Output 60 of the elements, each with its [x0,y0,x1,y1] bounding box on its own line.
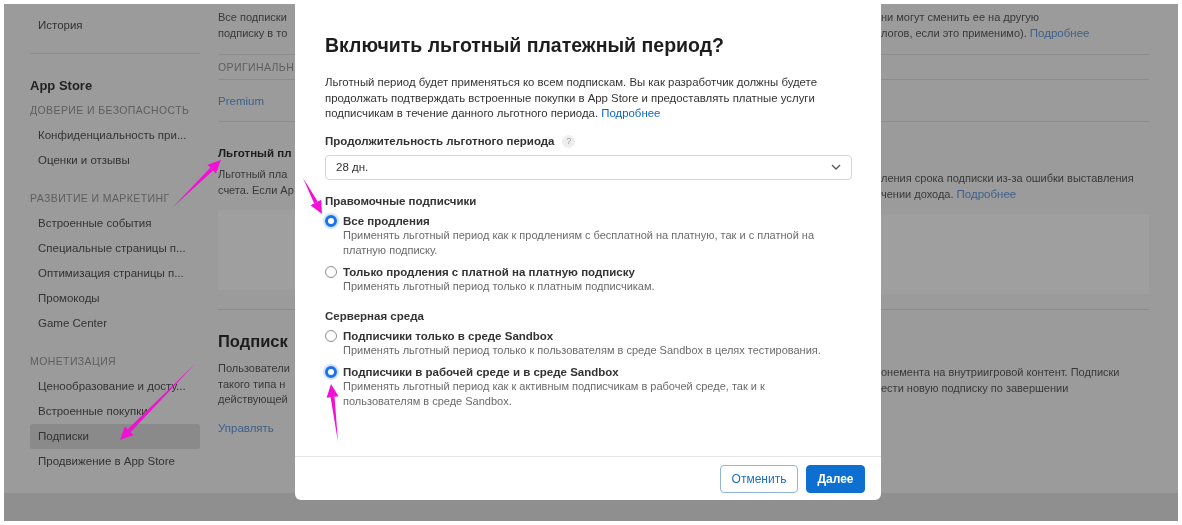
sidebar-item[interactable]: История [30,12,200,37]
group-label: Серверная среда [325,310,425,322]
section-title: Льготный пл [218,147,293,159]
sidebar-item[interactable]: Встроенные покупки [30,398,200,424]
cancel-button[interactable]: Отменить [720,464,798,493]
duration-select[interactable]: 28 дн. [325,154,852,180]
option-label: Подписчики в рабочей среде и в среде Sandbox [343,364,620,379]
sidebar-section-label: МОНЕТИЗАЦИЯ [30,355,118,367]
column-header: ОРИГИНАЛЬН [218,61,295,73]
radio-button[interactable] [325,330,337,342]
description-text: действующей [218,392,289,407]
option-label: Только продления с платной на платную подписку [343,264,636,279]
option-label: Все продления [343,213,431,228]
manage-link[interactable]: Управлять [218,421,295,434]
sidebar-item[interactable]: Специальные страницы п... [30,235,200,261]
description-text: логов, если это применимо). Подробнее [881,25,1091,41]
more-link[interactable]: Подробнее [1029,26,1090,39]
option-description: Применять льготный период как к активным подписчикам в рабочей среде, так и к пользователям в среде Sandbox. [343,378,766,409]
sidebar-item[interactable]: Промокоды [30,285,200,311]
description-text: подписку в то [218,25,289,41]
sidebar-item[interactable]: Продвижение в App Store [30,448,200,474]
description-text: Пользователи [218,361,291,376]
section-title: Подписк [218,332,289,351]
group-label: Правомочные подписчики [325,194,478,207]
option-description: Применять льготный период как к продлениям с бесплатной на платную, так и с платной на платную подписку. [343,227,816,258]
annotation-arrow [326,384,339,442]
option-description: Применять льготный период только к платным подписчикам. [343,278,656,294]
sidebar-item[interactable]: Подписки [30,423,200,449]
sidebar-section-label: РАЗВИТИЕ И МАРКЕТИНГ [30,192,171,204]
sidebar-item[interactable]: Встроенные события [30,210,200,236]
description-text: ни могут сменить ее на другую [881,10,1040,25]
description-text: онемента на внутриигровой контент. Подписки [881,365,1121,380]
description-text: Все подписки [218,10,288,25]
sidebar-section-label: ДОВЕРИЕ И БЕЗОПАСНОСТЬ [30,104,191,116]
description-text: такого типа н [218,376,287,392]
field-label: Продолжительность льготного периода [325,135,555,147]
premium-link[interactable]: Premium [218,94,295,107]
dialog-title: Включить льготный платежный период? [325,34,725,57]
radio-button[interactable] [325,365,337,378]
next-button[interactable]: Далее [806,464,865,493]
more-link[interactable]: Подробнее [601,107,661,119]
description-text: чении дохода. Подробнее [881,186,1018,202]
option-description: Применять льготный период только к пользователям в среде Sandbox в целях тестирования. [343,343,822,358]
sidebar-item[interactable]: Конфиденциальность при... [30,122,200,148]
sidebar-heading: App Store [30,78,94,93]
radio-button[interactable] [325,265,337,278]
dialog-description: Льготный период будет применяться ко всем подпискам. Вы как разработчик должны будете продолжать подтверждать встроенные покупки в App Store и предоставлять платные услуги подписчикам в течение данного льготного периода. Подробнее [325,75,818,121]
radio-button[interactable] [325,214,337,227]
option-label: Подписчики только в среде Sandbox [343,329,555,343]
description-text: ести новую подписку по завершении [881,380,1070,396]
annotation-arrow [303,178,322,214]
sidebar-item[interactable]: Game Center [30,310,200,336]
chevron-down-icon [831,164,841,170]
help-icon[interactable]: ? [562,134,576,148]
sidebar-item[interactable]: Оптимизация страницы п... [30,260,200,286]
sidebar-item[interactable]: Оценки и отзывы [30,147,200,173]
description-text: счета. Если Ap [218,182,295,198]
description-text: Льготный пла [218,167,289,182]
description-text: ления срока подписки из-за ошибки выставления [881,171,1135,186]
more-link[interactable]: Подробнее [956,187,1017,200]
